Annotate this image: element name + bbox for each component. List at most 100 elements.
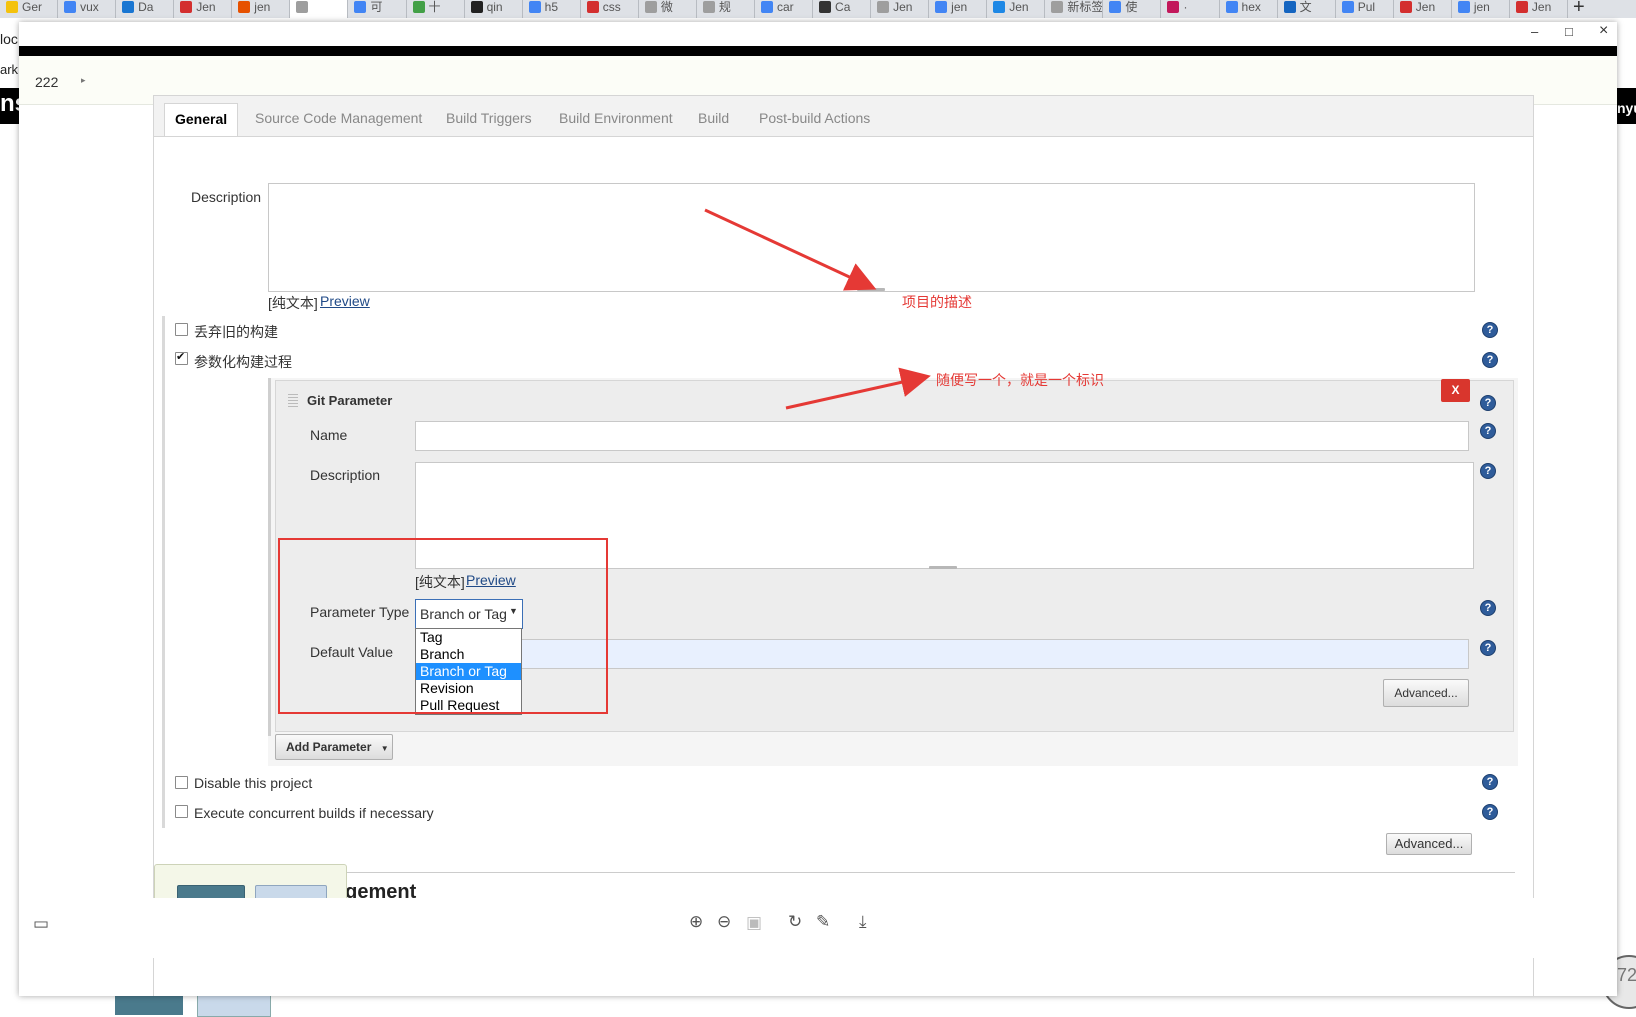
browser-tab-label: hex <box>1241 0 1261 14</box>
tab-favicon-icon <box>296 1 309 13</box>
tab-favicon-icon <box>760 1 773 13</box>
browser-tab-label: 十 <box>428 0 441 14</box>
browser-tab[interactable]: jen <box>929 0 988 18</box>
tab-favicon-icon <box>644 1 657 13</box>
tab-favicon-icon <box>1167 1 1180 13</box>
zoom-in-icon[interactable]: ⊕ <box>689 912 703 932</box>
edit-icon[interactable]: ✎ <box>816 912 830 932</box>
browser-tab[interactable]: Ca <box>813 0 872 18</box>
browser-tab-label: jen <box>254 0 271 14</box>
browser-tab-label: 微 <box>660 0 673 14</box>
tab-favicon-icon <box>1341 1 1354 13</box>
tab-favicon-icon <box>702 1 715 13</box>
browser-tab[interactable] <box>290 0 349 18</box>
browser-tab[interactable]: 十 <box>407 0 465 18</box>
tab-favicon-icon <box>1225 1 1238 13</box>
browser-tab[interactable]: Da <box>116 0 175 18</box>
browser-tab[interactable]: Jen <box>1394 0 1452 18</box>
browser-tab-label: Jen <box>196 0 216 14</box>
browser-tab[interactable]: Jen <box>871 0 930 18</box>
browser-tab-label: Da <box>138 0 154 14</box>
browser-tab[interactable]: 微 <box>639 0 697 18</box>
rotate-icon[interactable]: ↻ <box>788 912 802 932</box>
browser-tab-label: Jen <box>893 0 913 14</box>
background-counter: 72 <box>1617 965 1636 985</box>
browser-tab[interactable]: Jen <box>174 0 233 18</box>
browser-tab[interactable]: Ger <box>0 0 59 18</box>
browser-tab[interactable]: jen <box>1452 0 1510 18</box>
tab-favicon-icon <box>6 1 18 13</box>
background-user-fragment: nyu <box>1617 100 1636 116</box>
browser-tab-label: Jen <box>1415 0 1436 14</box>
browser-tab[interactable]: 可 <box>348 0 407 18</box>
browser-tab-label: jen <box>1473 0 1490 14</box>
browser-tab-label: 使 <box>1125 0 1138 14</box>
tab-favicon-icon <box>993 1 1006 13</box>
browser-tab-strip: Ger vux Da Jen jen 可 十 qin h5 css 微 规 car Ca Jen jen Jen… <box>0 0 1636 18</box>
browser-tab-label: 可 <box>370 0 383 14</box>
annotation-overlay <box>704 208 931 410</box>
fit-page-icon[interactable]: ▣ <box>746 913 762 933</box>
tab-favicon-icon <box>1515 1 1528 13</box>
viewer-toolbar: ▭ ⊕ ⊖ ▣ ↻ ✎ ⤓ <box>19 898 1617 958</box>
browser-tab-label: vux <box>80 0 99 14</box>
sidebar-toggle-icon[interactable]: ▭ <box>33 914 49 934</box>
tab-favicon-icon <box>470 1 483 13</box>
new-tab-button[interactable]: + <box>1573 0 1585 18</box>
browser-tab-label: · <box>1183 0 1188 14</box>
zoom-out-icon[interactable]: ⊖ <box>717 912 731 932</box>
tab-favicon-icon <box>1283 1 1296 13</box>
tab-favicon-icon <box>1457 1 1470 13</box>
browser-tab[interactable]: 文 <box>1278 0 1336 18</box>
browser-tab-label: 规 <box>718 0 731 14</box>
browser-tab-label: h5 <box>544 0 559 14</box>
browser-tab[interactable]: Jen <box>987 0 1046 18</box>
browser-tab-label: Ger <box>22 0 43 14</box>
browser-tab-label: css <box>602 0 621 14</box>
tab-favicon-icon <box>1109 1 1122 13</box>
browser-tab-label: car <box>776 0 794 14</box>
tab-favicon-icon <box>935 1 948 13</box>
annotation-arrow-description <box>704 208 877 291</box>
background-logo-fragment: ns <box>0 90 19 117</box>
browser-tab-label: 文 <box>1299 0 1312 14</box>
browser-tab-label: Pul <box>1357 0 1376 14</box>
annotation-any-name: 随便写一个，就是一个标识 <box>936 372 1104 388</box>
tab-favicon-icon <box>586 1 599 13</box>
tab-favicon-icon <box>877 1 890 13</box>
browser-tab[interactable]: · <box>1161 0 1220 18</box>
browser-tab-label: Jen <box>1009 0 1029 14</box>
browser-tab[interactable]: h5 <box>523 0 581 18</box>
annotation-project-description: 项目的描述 <box>902 294 972 310</box>
tab-favicon-icon <box>528 1 541 13</box>
browser-tab[interactable]: hex <box>1220 0 1278 18</box>
tab-favicon-icon <box>412 1 425 13</box>
tab-favicon-icon <box>180 1 193 13</box>
tab-favicon-icon <box>64 1 77 13</box>
download-icon[interactable]: ⤓ <box>859 912 867 932</box>
browser-tab[interactable]: vux <box>58 0 117 18</box>
annotation-arrow-name <box>785 367 931 410</box>
browser-tab-label: Jen <box>1531 0 1552 14</box>
browser-tab[interactable]: car <box>755 0 814 18</box>
browser-tab[interactable]: 规 <box>697 0 755 18</box>
background-page-fragment: loc <box>0 31 18 47</box>
tab-favicon-icon <box>819 1 832 13</box>
browser-tab-label: jen <box>951 0 968 14</box>
browser-tab-label: 新标签 <box>1067 0 1104 14</box>
browser-tab[interactable]: jen <box>232 0 291 18</box>
tab-favicon-icon <box>122 1 135 13</box>
browser-tab[interactable]: Jen <box>1510 0 1568 18</box>
browser-tab[interactable]: 新标签 <box>1045 0 1104 18</box>
browser-tab-label: qin <box>486 0 503 14</box>
browser-tab-label: Ca <box>835 0 851 14</box>
annotation-highlight-box <box>278 538 608 714</box>
image-viewer-window: – □ × 222 ▸ General Source Code Manageme… <box>19 22 1617 996</box>
browser-tab[interactable]: qin <box>465 0 523 18</box>
background-bookmark-fragment: ark <box>0 62 19 77</box>
browser-tab[interactable]: css <box>581 0 639 18</box>
browser-tab[interactable]: Pul <box>1336 0 1394 18</box>
browser-tab[interactable]: 使 <box>1103 0 1162 18</box>
tab-favicon-icon <box>1399 1 1412 13</box>
tab-favicon-icon <box>354 1 367 13</box>
